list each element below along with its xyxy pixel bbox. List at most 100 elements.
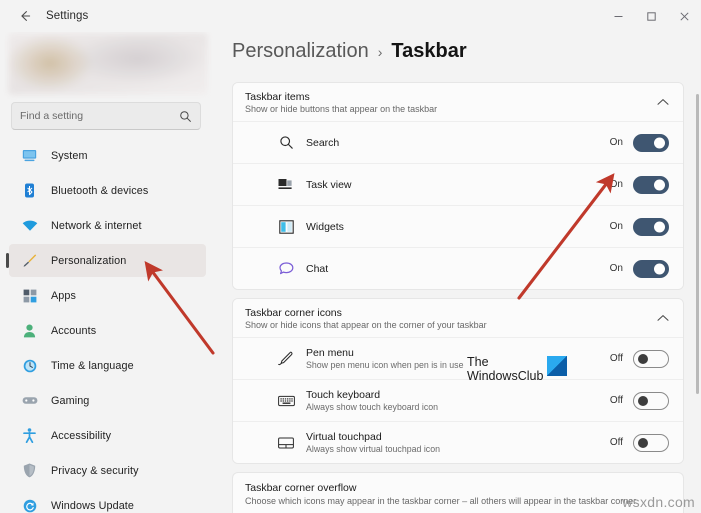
search-input[interactable] bbox=[20, 110, 179, 122]
setting-row-widgets[interactable]: Widgets On bbox=[233, 205, 683, 247]
chevron-up-icon[interactable] bbox=[657, 98, 669, 106]
section-subtitle: Choose which icons may appear in the tas… bbox=[245, 496, 637, 506]
gamepad-icon bbox=[21, 393, 38, 409]
setting-row-pen-menu[interactable]: Pen menu Show pen menu icon when pen is … bbox=[233, 337, 683, 379]
setting-row-virtual-touchpad[interactable]: Virtual touchpad Always show virtual tou… bbox=[233, 421, 683, 463]
windowsclub-logo-icon bbox=[547, 356, 567, 376]
content-scrollbar[interactable] bbox=[696, 94, 699, 394]
sidebar-item-windows-update[interactable]: Windows Update bbox=[9, 489, 206, 513]
toggle-touch-keyboard[interactable] bbox=[633, 391, 669, 410]
sidebar-item-system[interactable]: System bbox=[9, 139, 206, 172]
toggle-knob bbox=[654, 221, 665, 232]
setting-row-touch-keyboard[interactable]: Touch keyboard Always show touch keyboar… bbox=[233, 379, 683, 421]
settings-window: Settings Find a setting System Bluetooth… bbox=[0, 0, 701, 513]
user-profile-card-blurred[interactable] bbox=[8, 33, 208, 95]
sidebar-item-label: Bluetooth & devices bbox=[51, 184, 149, 197]
apps-icon bbox=[21, 288, 38, 304]
window-title: Settings bbox=[46, 10, 89, 22]
toggle-state-label: Off bbox=[609, 437, 623, 448]
toggle-knob bbox=[638, 395, 648, 406]
setting-label: Search bbox=[306, 136, 340, 149]
widgets-icon bbox=[277, 218, 295, 236]
toggle-knob bbox=[638, 437, 648, 448]
task-view-icon bbox=[277, 176, 295, 194]
account-icon bbox=[21, 323, 38, 339]
section-title: Taskbar corner overflow bbox=[245, 482, 357, 494]
maximize-button[interactable] bbox=[635, 0, 668, 32]
toggle-state-label: On bbox=[609, 263, 623, 274]
section-subtitle: Show or hide icons that appear on the co… bbox=[245, 319, 487, 330]
sidebar-item-time-language[interactable]: Time & language bbox=[9, 349, 206, 382]
setting-label: Pen menu bbox=[306, 347, 354, 359]
settings-cards: Taskbar items Show or hide buttons that … bbox=[232, 82, 684, 513]
content-pane: Personalization › Taskbar Taskbar items … bbox=[215, 32, 701, 513]
search-box[interactable] bbox=[11, 102, 201, 130]
sidebar-item-accounts[interactable]: Accounts bbox=[9, 314, 206, 347]
search-glass-icon bbox=[277, 134, 295, 152]
toggle-search[interactable] bbox=[633, 133, 669, 152]
chevron-up-icon[interactable] bbox=[657, 314, 669, 322]
sidebar-item-label: Windows Update bbox=[51, 499, 135, 512]
system-icon bbox=[21, 148, 38, 164]
toggle-pen-menu[interactable] bbox=[633, 349, 669, 368]
section-taskbar-corner-overflow[interactable]: Taskbar corner overflow Choose which ico… bbox=[232, 472, 684, 513]
watermark-brand-line2: WindowsClub bbox=[467, 369, 544, 383]
sidebar-nav: System Bluetooth & devices Network & int… bbox=[0, 139, 215, 513]
toggle-task-view[interactable] bbox=[633, 175, 669, 194]
sidebar-item-personalization[interactable]: Personalization bbox=[6, 244, 206, 277]
sidebar-item-accessibility[interactable]: Accessibility bbox=[9, 419, 206, 452]
watermark-thewindowsclub: The WindowsClub bbox=[467, 355, 567, 383]
sidebar-item-apps[interactable]: Apps bbox=[9, 279, 206, 312]
pen-icon bbox=[277, 350, 295, 368]
sidebar-item-label: System bbox=[51, 149, 88, 162]
sidebar-item-gaming[interactable]: Gaming bbox=[9, 384, 206, 417]
window-controls bbox=[602, 0, 701, 32]
touchpad-icon bbox=[277, 434, 295, 452]
sidebar-item-label: Accounts bbox=[51, 324, 97, 337]
toggle-chat[interactable] bbox=[633, 259, 669, 278]
section-title: Taskbar items bbox=[245, 90, 310, 103]
bluetooth-icon bbox=[21, 183, 38, 199]
section-taskbar-items: Taskbar items Show or hide buttons that … bbox=[232, 82, 684, 290]
back-arrow-icon bbox=[21, 11, 31, 21]
toggle-widgets[interactable] bbox=[633, 217, 669, 236]
section-subtitle: Show or hide buttons that appear on the … bbox=[245, 103, 438, 114]
chevron-right-icon: › bbox=[377, 44, 383, 60]
clock-icon bbox=[21, 358, 38, 374]
toggle-knob bbox=[654, 263, 665, 274]
sidebar-item-label: Network & internet bbox=[51, 219, 142, 232]
paintbrush-icon bbox=[21, 253, 38, 269]
toggle-virtual-touchpad[interactable] bbox=[633, 433, 669, 452]
setting-label: Touch keyboard bbox=[306, 389, 381, 401]
toggle-knob bbox=[654, 179, 665, 190]
close-button[interactable] bbox=[668, 0, 701, 32]
watermark-wsxdn: wsxdn.com bbox=[622, 494, 695, 510]
toggle-state-label: Off bbox=[609, 353, 623, 364]
breadcrumb-parent[interactable]: Personalization bbox=[232, 40, 369, 63]
setting-label: Widgets bbox=[306, 220, 344, 233]
chat-icon bbox=[277, 260, 295, 278]
sidebar: System Bluetooth & devices Network bbox=[0, 32, 215, 513]
setting-row-search[interactable]: Search On bbox=[233, 121, 683, 163]
section-header[interactable]: Taskbar corner icons Show or hide icons … bbox=[233, 299, 683, 337]
sidebar-item-label: Personalization bbox=[51, 254, 127, 267]
toggle-knob bbox=[638, 353, 648, 364]
back-button[interactable] bbox=[10, 4, 40, 28]
sidebar-item-network-internet[interactable]: Network & internet bbox=[9, 209, 206, 242]
setting-description: Always show touch keyboard icon bbox=[306, 402, 439, 412]
section-header[interactable]: Taskbar items Show or hide buttons that … bbox=[233, 83, 683, 121]
minimize-icon bbox=[614, 15, 623, 17]
setting-row-chat[interactable]: Chat On bbox=[233, 247, 683, 289]
sidebar-item-label: Time & language bbox=[51, 359, 134, 372]
setting-label: Task view bbox=[306, 178, 352, 191]
sidebar-item-bluetooth-devices[interactable]: Bluetooth & devices bbox=[9, 174, 206, 207]
search-container bbox=[11, 102, 201, 130]
sidebar-item-privacy-security[interactable]: Privacy & security bbox=[9, 454, 206, 487]
minimize-button[interactable] bbox=[602, 0, 635, 32]
close-icon bbox=[680, 11, 689, 21]
setting-row-task-view[interactable]: Task view On bbox=[233, 163, 683, 205]
sidebar-item-label: Privacy & security bbox=[51, 464, 139, 477]
toggle-state-label: On bbox=[609, 221, 623, 232]
section-title: Taskbar corner icons bbox=[245, 306, 342, 319]
search-icon bbox=[179, 110, 192, 123]
